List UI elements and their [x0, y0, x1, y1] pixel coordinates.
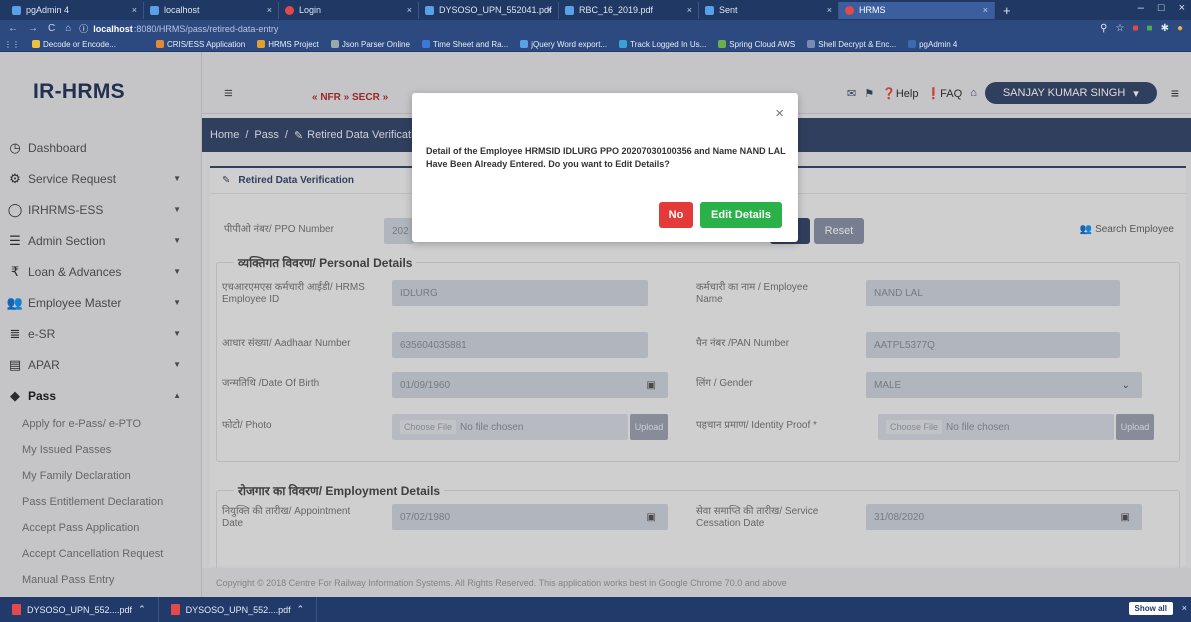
download-filename: DYSOSO_UPN_552....pdf: [185, 604, 291, 615]
back-icon[interactable]: ←: [8, 23, 18, 34]
close-icon[interactable]: ×: [132, 5, 137, 15]
nav-buttons: ← → C ⌂: [0, 23, 79, 34]
bookmark[interactable]: Spring Cloud AWS: [718, 40, 795, 49]
bookmark[interactable]: Decode or Encode...: [32, 40, 116, 49]
mail-icon: [705, 5, 714, 15]
browser-tab[interactable]: localhost ×: [144, 1, 279, 19]
close-icon[interactable]: ×: [827, 5, 832, 15]
tab-label: RBC_16_2019.pdf: [579, 5, 654, 15]
globe-icon: [425, 5, 434, 15]
bookmark-label: Json Parser Online: [341, 39, 410, 49]
window-close-icon[interactable]: ×: [1179, 2, 1185, 14]
bookmark[interactable]: Shell Decrypt & Enc...: [807, 40, 896, 49]
close-icon[interactable]: ×: [687, 5, 692, 15]
tab-label: Sent: [719, 5, 738, 15]
maximize-icon[interactable]: □: [1158, 2, 1165, 14]
tab-label: localhost: [164, 5, 200, 15]
tab-label: HRMS: [859, 5, 886, 15]
close-icon[interactable]: ×: [1182, 603, 1187, 613]
apps-icon[interactable]: ⋮⋮: [4, 40, 20, 49]
close-icon[interactable]: ×: [547, 5, 552, 15]
login-icon: [285, 5, 294, 15]
close-icon[interactable]: ×: [983, 5, 988, 15]
bookmark[interactable]: HRMS Project: [257, 40, 319, 49]
pdf-icon: [12, 604, 21, 615]
minimize-icon[interactable]: –: [1138, 2, 1144, 14]
tab-label: DYSOSO_UPN_552041.pdf: [439, 5, 552, 15]
bookmark-label: pgAdmin 4: [919, 39, 958, 49]
globe-icon: [150, 5, 159, 15]
bookmark[interactable]: Track Logged In Us...: [619, 40, 706, 49]
bookmark[interactable]: pgAdmin 4: [908, 40, 957, 49]
star-icon[interactable]: ☆: [1116, 23, 1125, 34]
chevron-up-icon[interactable]: ⌃: [297, 604, 305, 615]
browser-tab[interactable]: RBC_16_2019.pdf ×: [559, 1, 699, 19]
puzzle-icon[interactable]: ✱: [1161, 23, 1169, 34]
browser-tab[interactable]: Sent ×: [699, 1, 839, 19]
bookmark-label: Track Logged In Us...: [630, 39, 707, 49]
window-controls: – □ ×: [1138, 2, 1185, 14]
download-item[interactable]: DYSOSO_UPN_552....pdf ⌃: [159, 597, 318, 622]
info-icon: ⓘ: [79, 24, 89, 34]
edit-details-button[interactable]: Edit Details: [700, 202, 782, 228]
browser-tab[interactable]: DYSOSO_UPN_552041.pdf ×: [419, 1, 559, 19]
bookmark-label: Shell Decrypt & Enc...: [818, 39, 897, 49]
pdf-icon: [170, 604, 180, 615]
bookmark[interactable]: jQuery Word export...: [520, 40, 607, 49]
close-icon[interactable]: ×: [775, 105, 784, 122]
new-tab-icon[interactable]: +: [1003, 3, 1011, 18]
reload-icon[interactable]: C: [48, 23, 55, 34]
chevron-up-icon[interactable]: ⌃: [138, 604, 146, 615]
bookmarks-bar: ⋮⋮ Decode or Encode... CRIS/ESS Applicat…: [0, 37, 1191, 52]
bookmark[interactable]: Time Sheet and Ra...: [421, 39, 509, 49]
bookmark-label: HRMS Project: [268, 39, 319, 49]
tab-label: pgAdmin 4: [26, 5, 70, 15]
browser-tab[interactable]: pgAdmin 4 ×: [6, 1, 144, 19]
browser-tab[interactable]: Login ×: [279, 1, 419, 19]
bookmark-label: Decode or Encode...: [43, 39, 116, 49]
bookmark-label: Spring Cloud AWS: [729, 39, 796, 49]
confirm-dialog: × Detail of the Employee HRMSID IDLURG P…: [412, 93, 798, 242]
close-icon[interactable]: ×: [407, 5, 412, 15]
profile-icon[interactable]: ●: [1177, 23, 1183, 34]
bookmark[interactable]: Json Parser Online: [330, 39, 410, 49]
download-filename: DYSOSO_UPN_552....pdf: [27, 604, 133, 615]
url-host: localhost: [93, 23, 133, 34]
extension-icon[interactable]: ■: [1147, 23, 1153, 34]
bookmark-label: CRIS/ESS Application: [166, 39, 246, 49]
tab-label: Login: [299, 5, 322, 15]
pdf-extension-icon[interactable]: ■: [1132, 23, 1138, 34]
home-icon[interactable]: ⌂: [65, 23, 71, 34]
bookmark-label: jQuery Word export...: [531, 39, 608, 49]
pgadmin-icon: [12, 5, 21, 15]
url-field[interactable]: ⓘ localhost:8080/HRMS/pass/retired-data-…: [79, 22, 1100, 35]
bookmark[interactable]: CRIS/ESS Application: [155, 39, 246, 49]
browser-tab-strip: pgAdmin 4 × localhost × Login × DYSOSO_UPN_…: [0, 0, 1191, 20]
no-button[interactable]: No: [659, 202, 693, 228]
hrms-icon: [845, 5, 854, 15]
zoom-icon[interactable]: ⚲: [1100, 23, 1107, 34]
close-icon[interactable]: ×: [267, 5, 272, 15]
forward-icon[interactable]: →: [28, 23, 38, 34]
extension-icons: ⚲ ☆ ■ ■ ✱ ●: [1100, 23, 1191, 34]
bookmark-label: Time Sheet and Ra...: [432, 39, 509, 49]
downloads-bar: DYSOSO_UPN_552....pdf ⌃ DYSOSO_UPN_552...…: [0, 597, 1191, 622]
address-bar-row: ← → C ⌂ ⓘ localhost:8080/HRMS/pass/retir…: [0, 20, 1191, 37]
image-icon: [565, 5, 574, 15]
url-path: :8080/HRMS/pass/retired-data-entry: [133, 23, 279, 34]
browser-tab-active[interactable]: HRMS ×: [839, 1, 995, 19]
download-item[interactable]: DYSOSO_UPN_552....pdf ⌃: [0, 597, 159, 622]
show-all-button[interactable]: Show all: [1128, 602, 1173, 615]
dialog-message: Detail of the Employee HRMSID IDLURG PPO…: [426, 146, 786, 169]
